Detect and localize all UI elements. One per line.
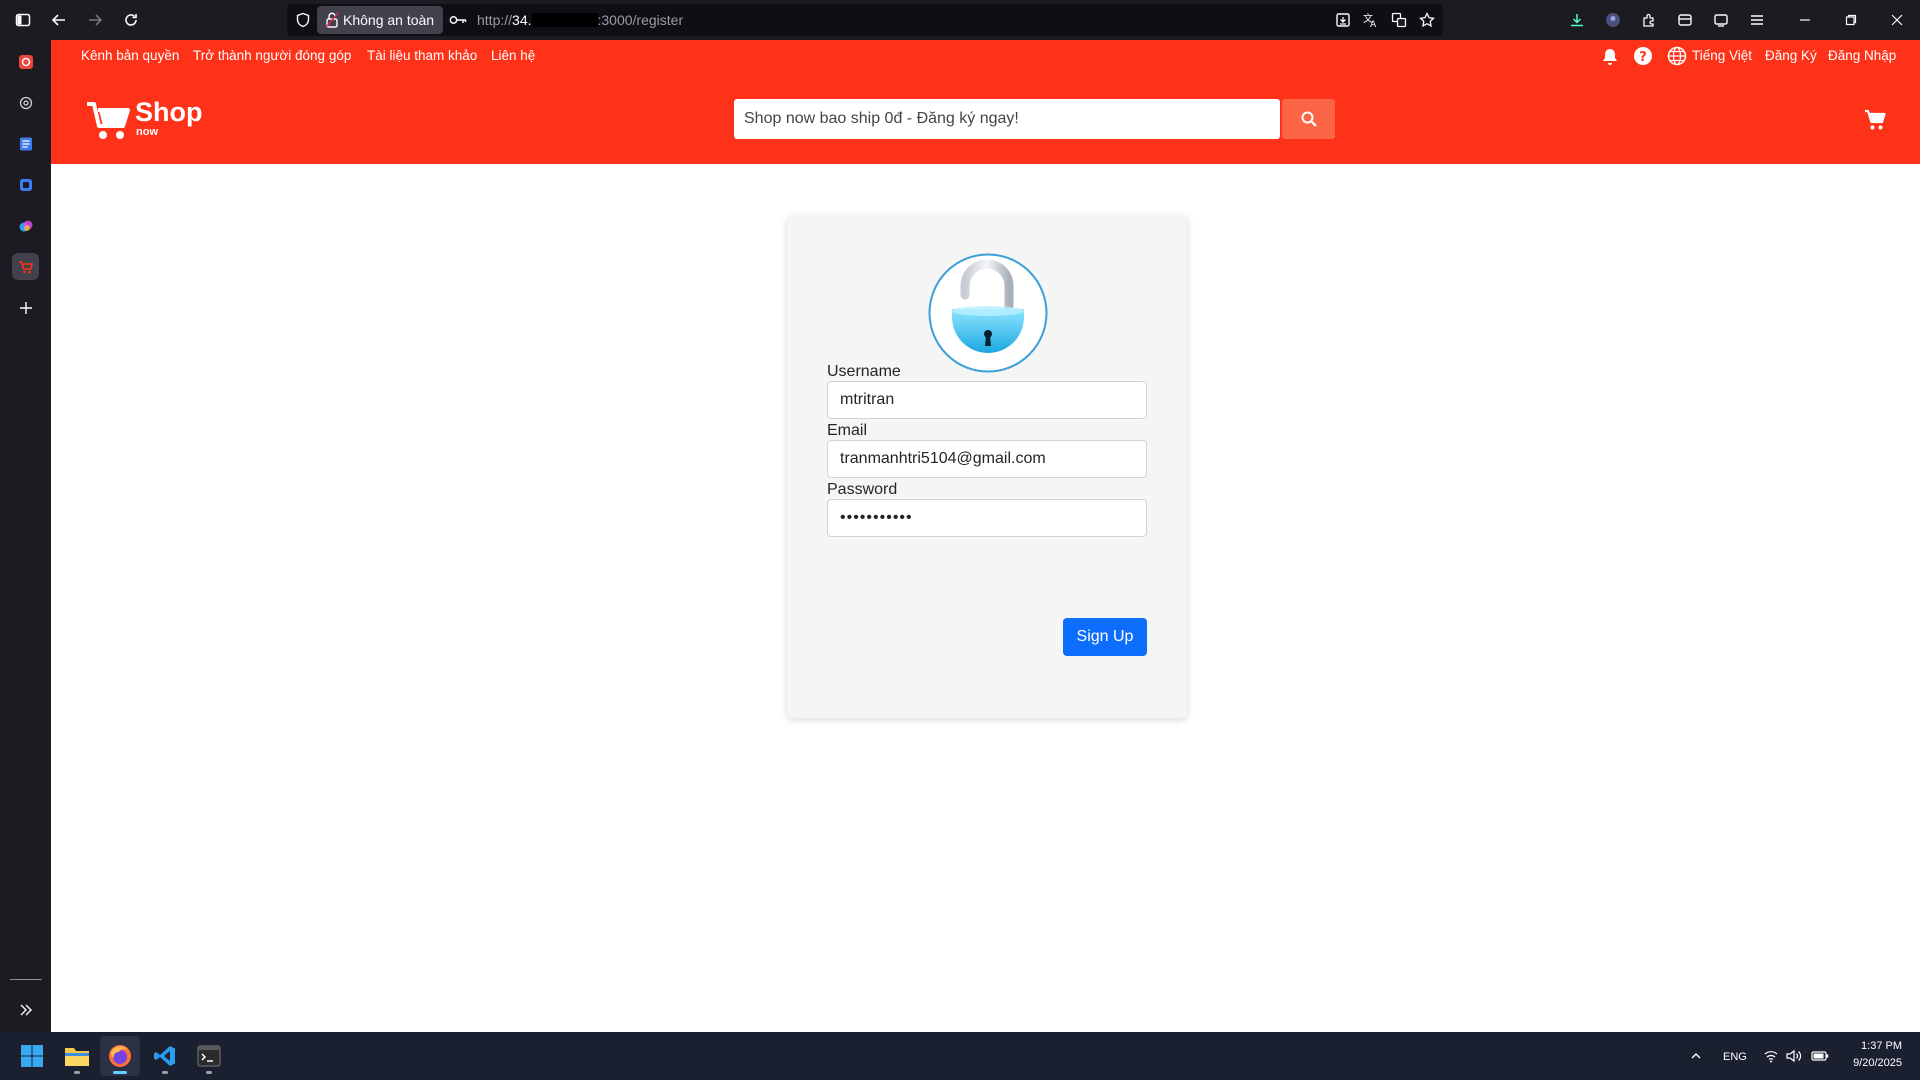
battery-icon[interactable] (1811, 1049, 1829, 1063)
cart-icon (1863, 108, 1887, 132)
url-path: :3000/register (597, 12, 684, 28)
windows-start-icon[interactable] (12, 1036, 52, 1076)
translate-icon[interactable]: 文A (1359, 8, 1383, 32)
sidebar-toggle-icon[interactable] (11, 8, 35, 32)
copilot-icon[interactable] (12, 212, 39, 239)
login-link[interactable]: Đăng Nhập (1828, 48, 1896, 63)
logo-subtext: now (136, 126, 158, 138)
logo-text: Shop (135, 97, 203, 127)
search-input[interactable] (734, 99, 1280, 139)
active-indicator (113, 1071, 127, 1074)
globe-icon[interactable] (1667, 46, 1687, 66)
account-icon[interactable] (1601, 8, 1625, 32)
search-icon (1300, 110, 1318, 128)
add-panel-icon[interactable] (12, 294, 39, 321)
bell-icon[interactable] (1600, 47, 1620, 67)
translate-page-icon[interactable] (1387, 8, 1411, 32)
running-indicator (206, 1071, 212, 1074)
extensions-icon[interactable] (1637, 8, 1661, 32)
browser-sidebar (0, 40, 51, 1032)
reader-view-icon[interactable] (1331, 8, 1355, 32)
vscode-icon[interactable] (145, 1036, 185, 1076)
notes-icon[interactable] (12, 130, 39, 157)
close-icon[interactable] (1885, 8, 1909, 32)
email-label: Email (827, 422, 868, 439)
cart-button[interactable] (1861, 106, 1889, 134)
firefox-taskbar-icon[interactable] (100, 1036, 140, 1076)
volume-icon[interactable] (1786, 1049, 1802, 1063)
minimize-icon[interactable] (1793, 8, 1817, 32)
password-input[interactable] (827, 499, 1147, 537)
url-host: 34. (512, 12, 532, 28)
top-link-references[interactable]: Tài liệu tham khảo (367, 48, 477, 63)
username-input[interactable] (827, 381, 1147, 419)
expand-sidebar-icon[interactable] (12, 996, 39, 1023)
register-link[interactable]: Đăng Ký (1765, 48, 1817, 63)
svg-text:?: ? (1639, 50, 1647, 65)
sidebar-divider (10, 979, 42, 980)
top-link-contributor[interactable]: Trở thành người đóng góp (193, 48, 351, 63)
wifi-icon[interactable] (1764, 1049, 1778, 1063)
shield-icon[interactable] (291, 8, 315, 32)
chevron-up-icon[interactable] (1690, 1050, 1702, 1062)
extension-app-icon[interactable] (12, 171, 39, 198)
url-scheme: http:// (477, 12, 513, 28)
file-explorer-icon[interactable] (57, 1036, 97, 1076)
help-icon[interactable]: ? (1633, 46, 1653, 66)
menu-icon[interactable] (1745, 8, 1769, 32)
container-tabs-icon[interactable] (1673, 8, 1697, 32)
windows-taskbar: ENG 1:37 PM 9/20/2025 (0, 1032, 1920, 1080)
bookmark-star-icon[interactable] (1415, 8, 1439, 32)
sidebar-app-icon[interactable] (12, 48, 39, 75)
forward-icon[interactable] (83, 8, 107, 32)
screenshot-icon[interactable] (1709, 8, 1733, 32)
cart-logo-icon (85, 98, 131, 142)
site-header: Kênh bản quyền Trở thành người đóng góp … (51, 40, 1920, 164)
url-text[interactable]: http://34. :3000/register (477, 12, 683, 28)
top-link-copyright[interactable]: Kênh bản quyền (81, 48, 179, 63)
clock-time[interactable]: 1:37 PM (1856, 1040, 1902, 1052)
svg-text:A: A (1370, 20, 1377, 28)
running-indicator (74, 1071, 80, 1074)
key-icon[interactable] (446, 8, 470, 32)
download-icon[interactable] (1565, 8, 1589, 32)
unlock-icon (325, 12, 339, 28)
input-language[interactable]: ENG (1723, 1051, 1747, 1063)
language-selector[interactable]: Tiếng Việt (1692, 48, 1752, 63)
redacted-block (531, 13, 598, 27)
register-card: Username Email Password Sign Up (787, 215, 1187, 718)
restore-icon[interactable] (1839, 8, 1863, 32)
not-secure-badge[interactable]: Không an toàn (317, 6, 444, 34)
not-secure-label: Không an toàn (343, 12, 435, 28)
running-indicator (162, 1071, 168, 1074)
email-input[interactable] (827, 440, 1147, 478)
browser-toolbar: Không an toàn http://34. :3000/register 文… (0, 0, 1920, 40)
shop-tab-icon[interactable] (12, 253, 39, 280)
sign-up-button[interactable]: Sign Up (1063, 618, 1147, 656)
username-label: Username (827, 363, 901, 380)
back-icon[interactable] (47, 8, 71, 32)
terminal-icon[interactable] (189, 1036, 229, 1076)
top-link-contact[interactable]: Liên hệ (491, 48, 535, 63)
reload-icon[interactable] (119, 8, 143, 32)
unlocked-padlock-icon (928, 253, 1048, 373)
search-button[interactable] (1282, 99, 1335, 139)
password-label: Password (827, 481, 898, 498)
ai-chat-icon[interactable] (12, 89, 39, 116)
clock-date[interactable]: 9/20/2025 (1846, 1057, 1902, 1069)
page-viewport: Kênh bản quyền Trở thành người đóng góp … (51, 40, 1920, 1032)
